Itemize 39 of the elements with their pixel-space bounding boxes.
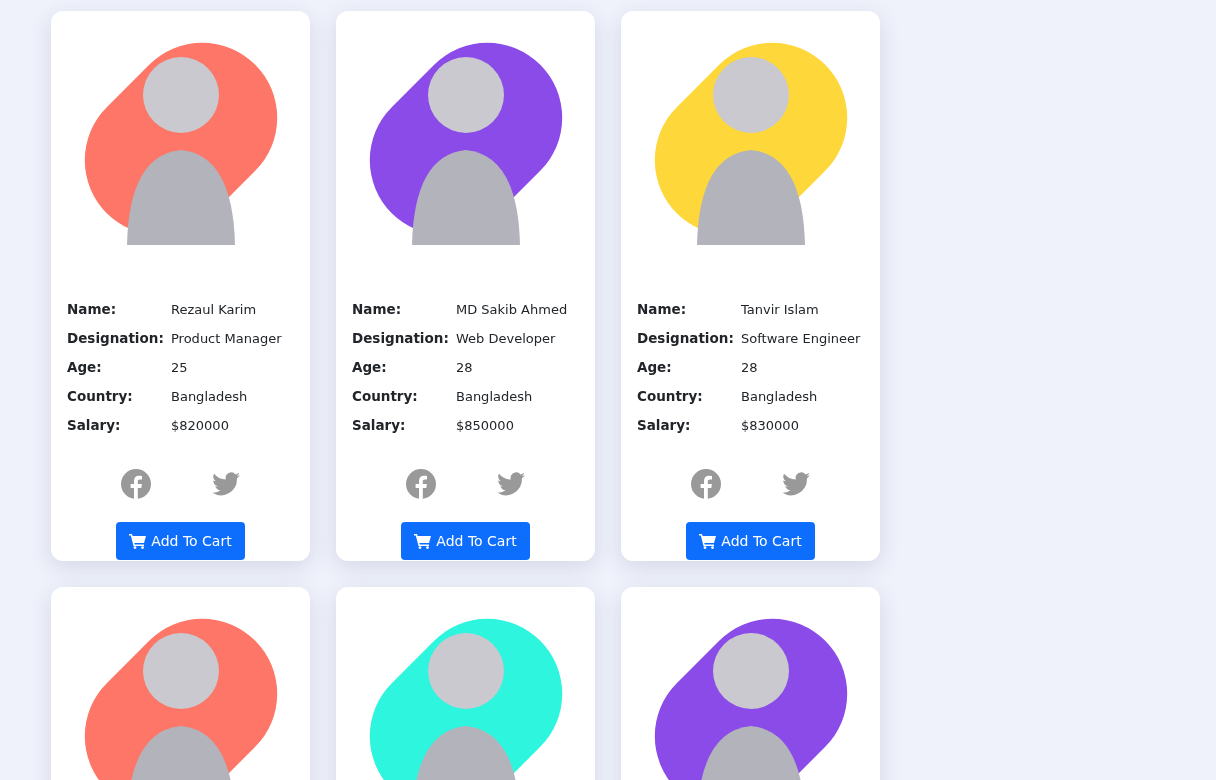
field-label: Country: xyxy=(637,387,704,406)
field-label: Country: xyxy=(67,387,134,406)
field-label: Salary: xyxy=(637,416,692,435)
field-label: Name: xyxy=(637,300,688,319)
field-value: 25 xyxy=(171,359,189,377)
field-value: Rezaul Karim xyxy=(171,301,258,319)
field-label: Designation: xyxy=(637,329,735,348)
field-value: Tanvir Islam xyxy=(741,301,820,319)
field-value: Product Manager xyxy=(171,330,283,348)
cart-icon xyxy=(699,533,718,549)
facebook-icon[interactable] xyxy=(404,468,437,500)
field-label: Age: xyxy=(67,358,103,377)
field-value: Bangladesh xyxy=(171,388,249,406)
field-value: MD Sakib Ahmed xyxy=(456,301,569,319)
field-label: Salary: xyxy=(352,416,407,435)
facebook-icon[interactable] xyxy=(119,468,152,500)
field-value: $830000 xyxy=(741,417,800,435)
field-label: Age: xyxy=(352,358,388,377)
field-label: Name: xyxy=(67,300,118,319)
add-to-cart-button[interactable]: Add To Cart xyxy=(401,522,530,560)
field-value: Software Engineer xyxy=(741,330,862,348)
field-value: Web Developer xyxy=(456,330,557,348)
cart-icon xyxy=(129,533,148,549)
add-to-cart-button[interactable]: Add To Cart xyxy=(116,522,245,560)
field-value: Bangladesh xyxy=(456,388,534,406)
cart-icon xyxy=(414,533,433,549)
field-value: 28 xyxy=(741,359,759,377)
facebook-icon[interactable] xyxy=(689,468,722,500)
field-value: Bangladesh xyxy=(741,388,819,406)
field-label: Name: xyxy=(352,300,403,319)
field-value: 28 xyxy=(456,359,474,377)
field-value: $850000 xyxy=(456,417,515,435)
field-label: Designation: xyxy=(67,329,165,348)
field-label: Designation: xyxy=(352,329,450,348)
field-label: Country: xyxy=(352,387,419,406)
add-to-cart-button[interactable]: Add To Cart xyxy=(686,522,815,560)
field-value: $820000 xyxy=(171,417,230,435)
field-label: Salary: xyxy=(67,416,122,435)
field-label: Age: xyxy=(637,358,673,377)
